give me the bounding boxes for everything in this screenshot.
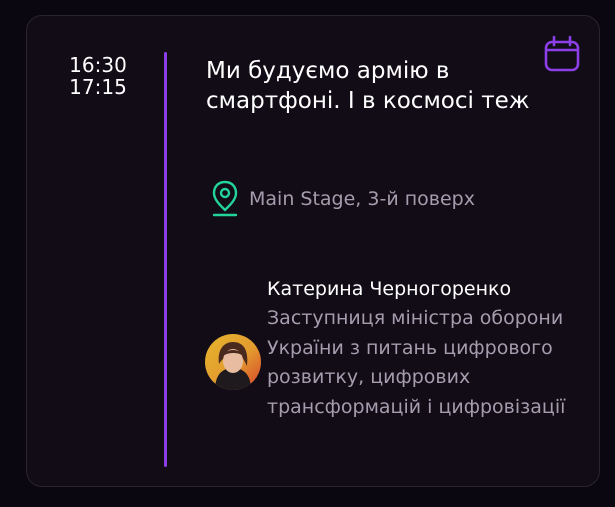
timeline-divider — [164, 52, 167, 467]
map-pin-icon — [212, 180, 238, 217]
session-time: 16:30 17:15 — [63, 54, 133, 98]
session-card: 16:30 17:15 Ми будуємо армію в смартфоні… — [26, 15, 600, 487]
location-text: Main Stage, 3-й поверх — [249, 188, 475, 210]
speaker-avatar — [205, 334, 261, 390]
session-location: Main Stage, 3-й поверх — [211, 179, 475, 219]
calendar-icon[interactable] — [543, 35, 581, 73]
session-title: Ми будуємо армію в смартфоні. І в космос… — [206, 58, 530, 114]
speaker-role: Заступниця міністра оборони України з пи… — [267, 307, 566, 418]
end-time: 17:15 — [69, 75, 127, 99]
start-time: 16:30 — [69, 53, 127, 77]
speaker-name: Катерина Черногоренко — [267, 278, 512, 300]
